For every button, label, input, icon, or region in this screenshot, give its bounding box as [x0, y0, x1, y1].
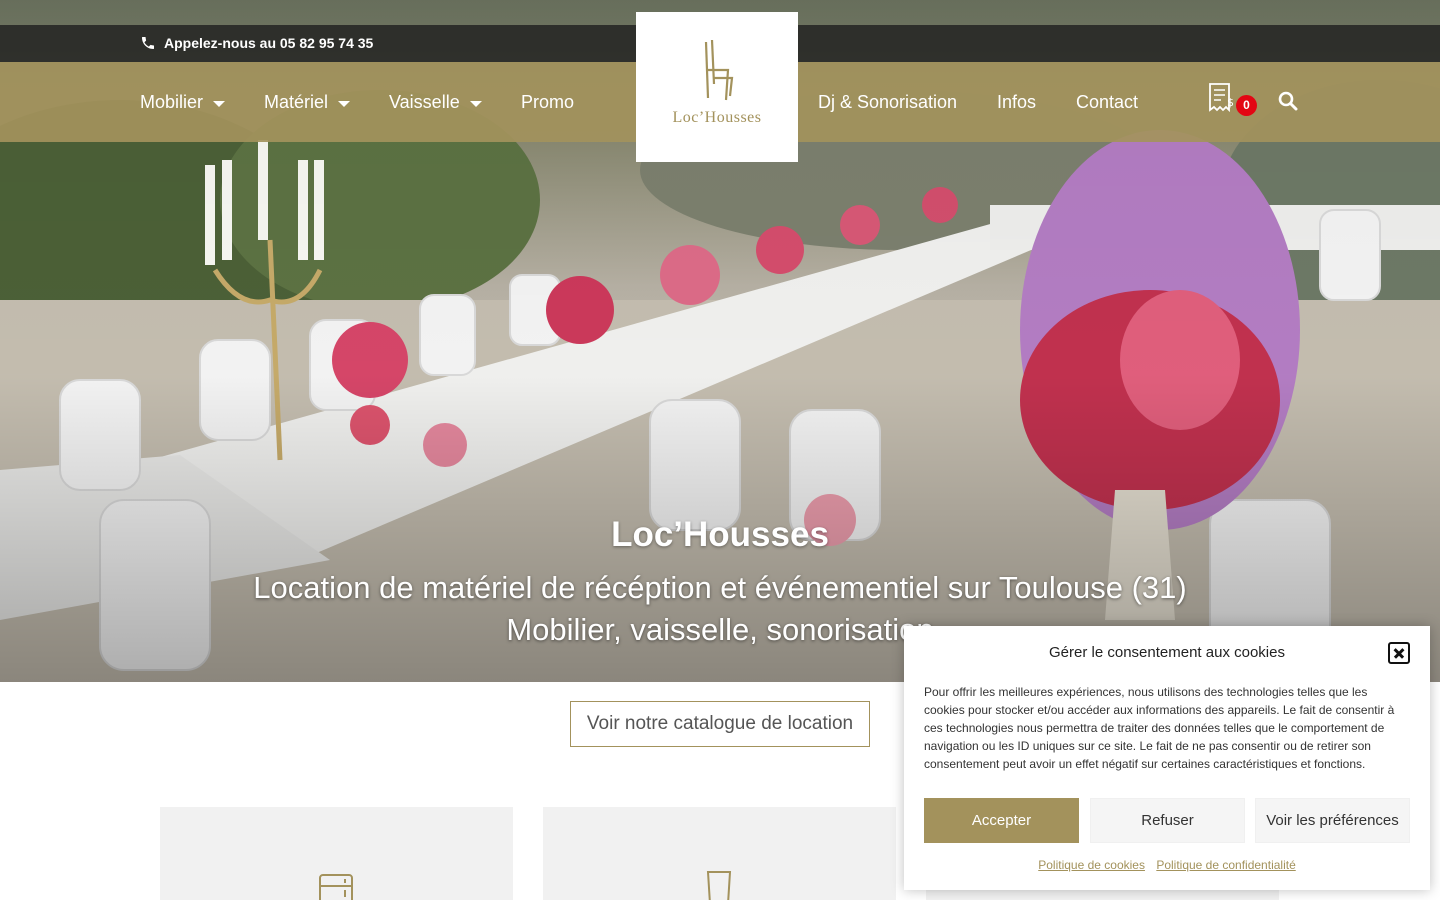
nav-item-mobilier[interactable]: Mobilier: [140, 92, 226, 113]
phone-link[interactable]: Appelez-nous au 05 82 95 74 35: [140, 35, 373, 51]
phone-text: Appelez-nous au 05 82 95 74 35: [164, 35, 374, 51]
logo-brand-text: Loc’Housses: [672, 109, 762, 126]
caret-down-icon: [338, 100, 351, 107]
glass-icon: [706, 871, 732, 900]
caret-down-icon: [469, 100, 482, 107]
chair-logo-icon: [704, 39, 734, 101]
cookie-policy-link[interactable]: Politique de cookies: [1038, 858, 1145, 872]
phone-icon: [142, 37, 154, 49]
nav-item-vaisselle[interactable]: Vaisselle: [389, 92, 482, 113]
cookie-policy-links: Politique de cookies Politique de confid…: [904, 858, 1430, 872]
accept-button[interactable]: Accepter: [924, 798, 1079, 843]
nav-label: Contact: [1076, 92, 1139, 112]
nav-label: Dj & Sonorisation: [818, 92, 958, 112]
hero-title: Loc’Housses: [611, 515, 829, 554]
search-icon[interactable]: [1278, 91, 1298, 111]
nav-label: Promo: [521, 92, 575, 112]
nav-item-promo[interactable]: Promo: [521, 92, 574, 113]
refuse-button[interactable]: Refuser: [1090, 798, 1245, 843]
nav-label: Infos: [997, 92, 1037, 112]
category-card[interactable]: [543, 807, 896, 900]
cookie-description: Pour offrir les meilleures expériences, …: [924, 685, 1395, 771]
cart-receipt-icon[interactable]: $: [1207, 82, 1237, 114]
cookie-consent-panel: Gérer le consentement aux cookies Pour o…: [904, 626, 1430, 890]
catalog-button[interactable]: Voir notre catalogue de location: [570, 701, 870, 747]
preferences-button[interactable]: Voir les préférences: [1255, 798, 1410, 843]
hero-subtitle-line1: Location de matériel de récéption et évé…: [253, 570, 1187, 605]
category-card[interactable]: [160, 807, 513, 900]
privacy-policy-link[interactable]: Politique de confidentialité: [1156, 858, 1295, 872]
nav-item-infos[interactable]: Infos: [997, 92, 1036, 113]
nav-label: Mobilier: [140, 92, 204, 112]
caret-down-icon: [213, 100, 226, 107]
nav-label: Vaisselle: [389, 92, 460, 112]
nav-label: Matériel: [264, 92, 329, 112]
nav-item-materiel[interactable]: Matériel: [264, 92, 351, 113]
fridge-icon: [319, 874, 353, 900]
nav-item-contact[interactable]: Contact: [1076, 92, 1138, 113]
cart-count-badge: 0: [1236, 95, 1257, 116]
site-logo[interactable]: Loc’Housses: [636, 12, 798, 162]
cookie-title: Gérer le consentement aux cookies: [1049, 644, 1285, 661]
svg-text:$: $: [1227, 96, 1234, 109]
nav-item-dj-sonorisation[interactable]: Dj & Sonorisation: [818, 92, 957, 113]
close-icon[interactable]: [1388, 642, 1410, 664]
